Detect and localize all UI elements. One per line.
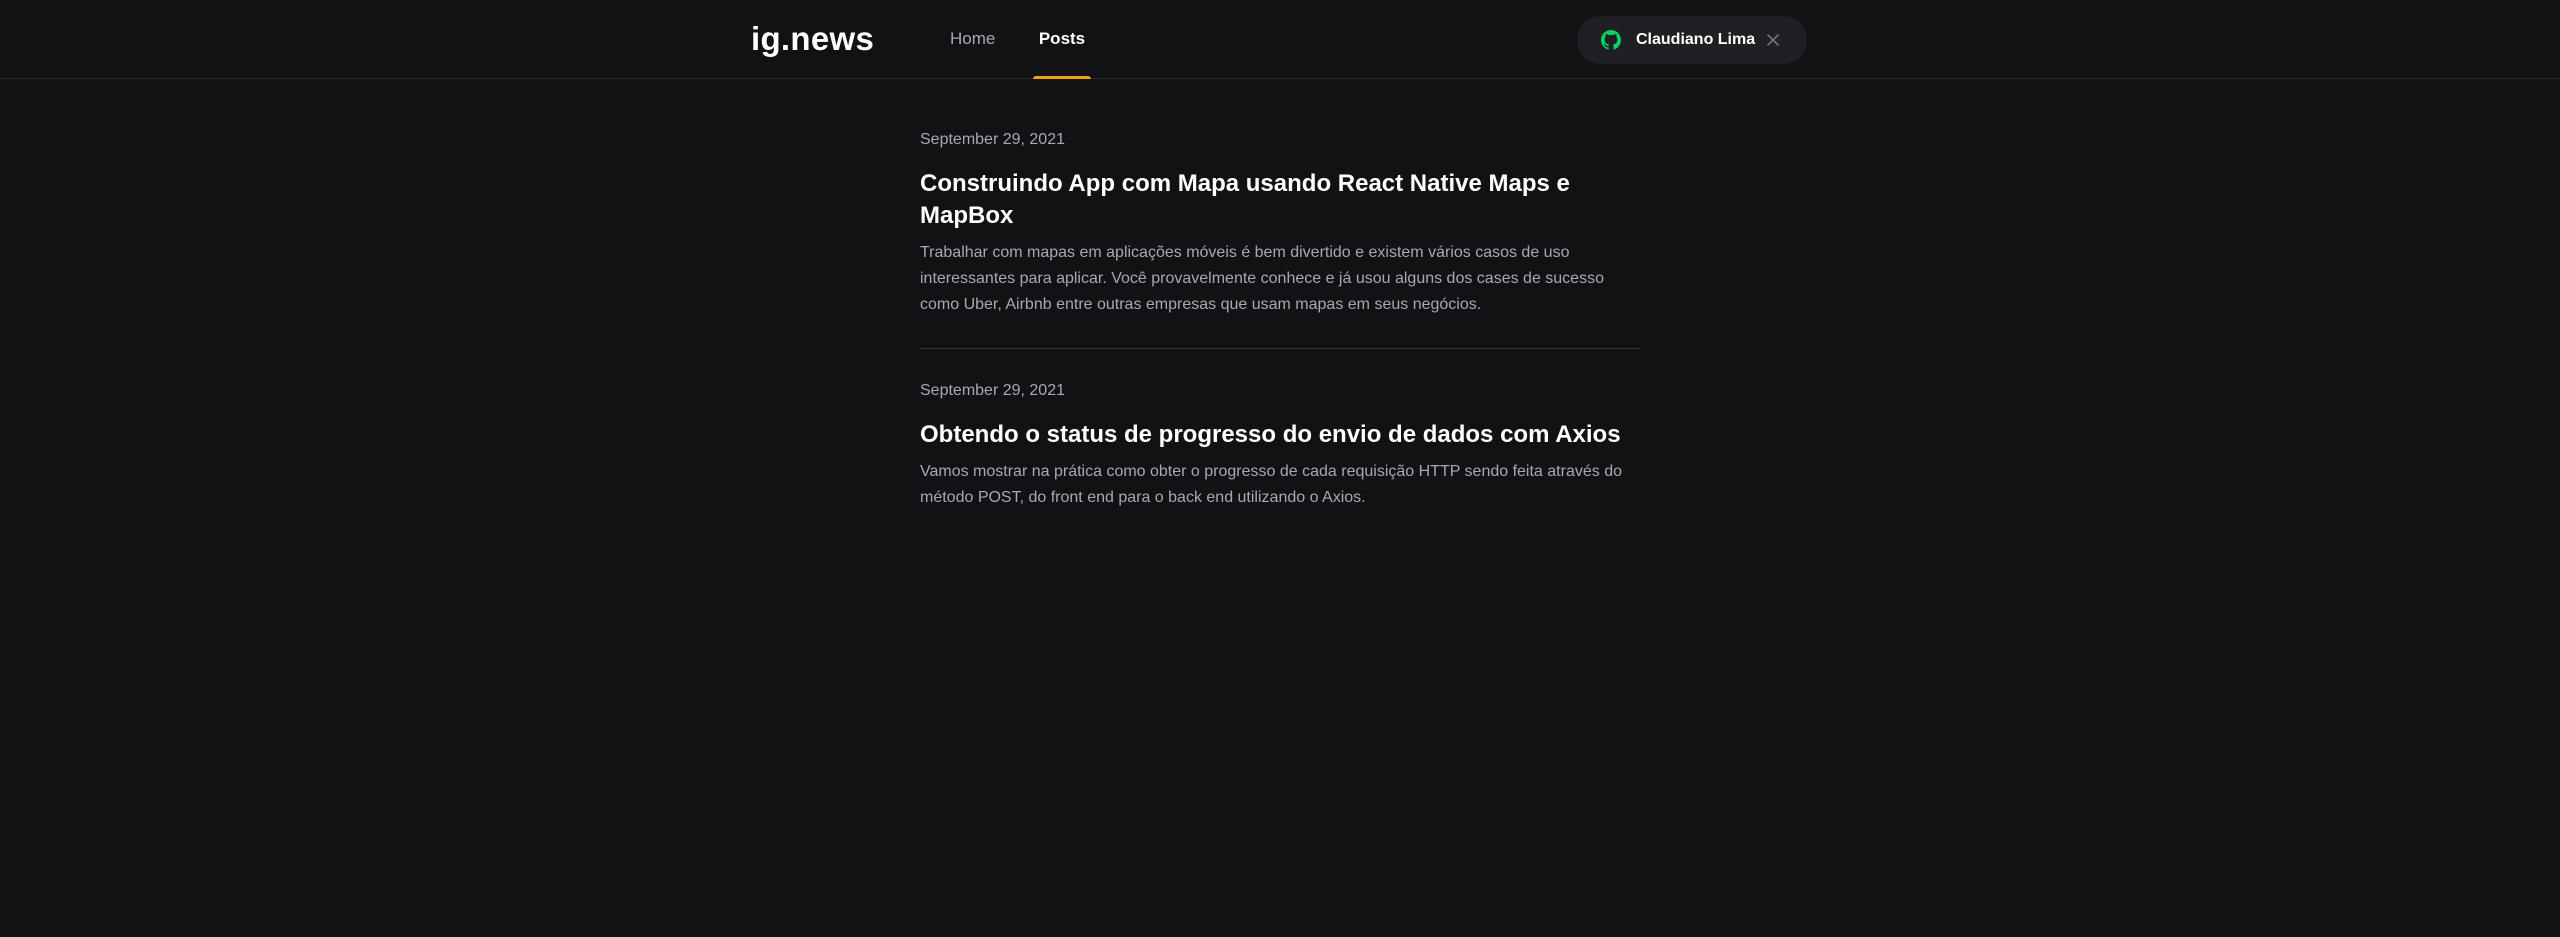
user-name: Claudiano Lima [1636,31,1756,48]
github-icon [1601,30,1621,50]
post-item[interactable]: September 29, 2021 Construindo App com M… [920,128,1640,348]
post-excerpt: Vamos mostrar na prática como obter o pr… [920,463,1622,506]
logo[interactable]: ig.news [751,18,874,60]
github-user-button[interactable]: Claudiano Lima [1577,16,1807,64]
post-date: September 29, 2021 [920,131,1065,148]
posts-list: September 29, 2021 Construindo App com M… [920,128,1640,511]
header: ig.news Home Posts Claudiano Lima [0,0,2560,79]
post-title[interactable]: Construindo App com Mapa usando React Na… [920,168,1640,232]
post-date: September 29, 2021 [920,382,1065,399]
close-icon[interactable] [1765,32,1781,48]
nav-home-link[interactable]: Home [950,0,995,79]
nav-posts-link[interactable]: Posts [1033,0,1091,79]
post-title[interactable]: Obtendo o status de progresso do envio d… [920,419,1640,451]
post-item[interactable]: September 29, 2021 Obtendo o status de p… [920,349,1640,511]
post-excerpt: Trabalhar com mapas em aplicações móveis… [920,244,1604,313]
